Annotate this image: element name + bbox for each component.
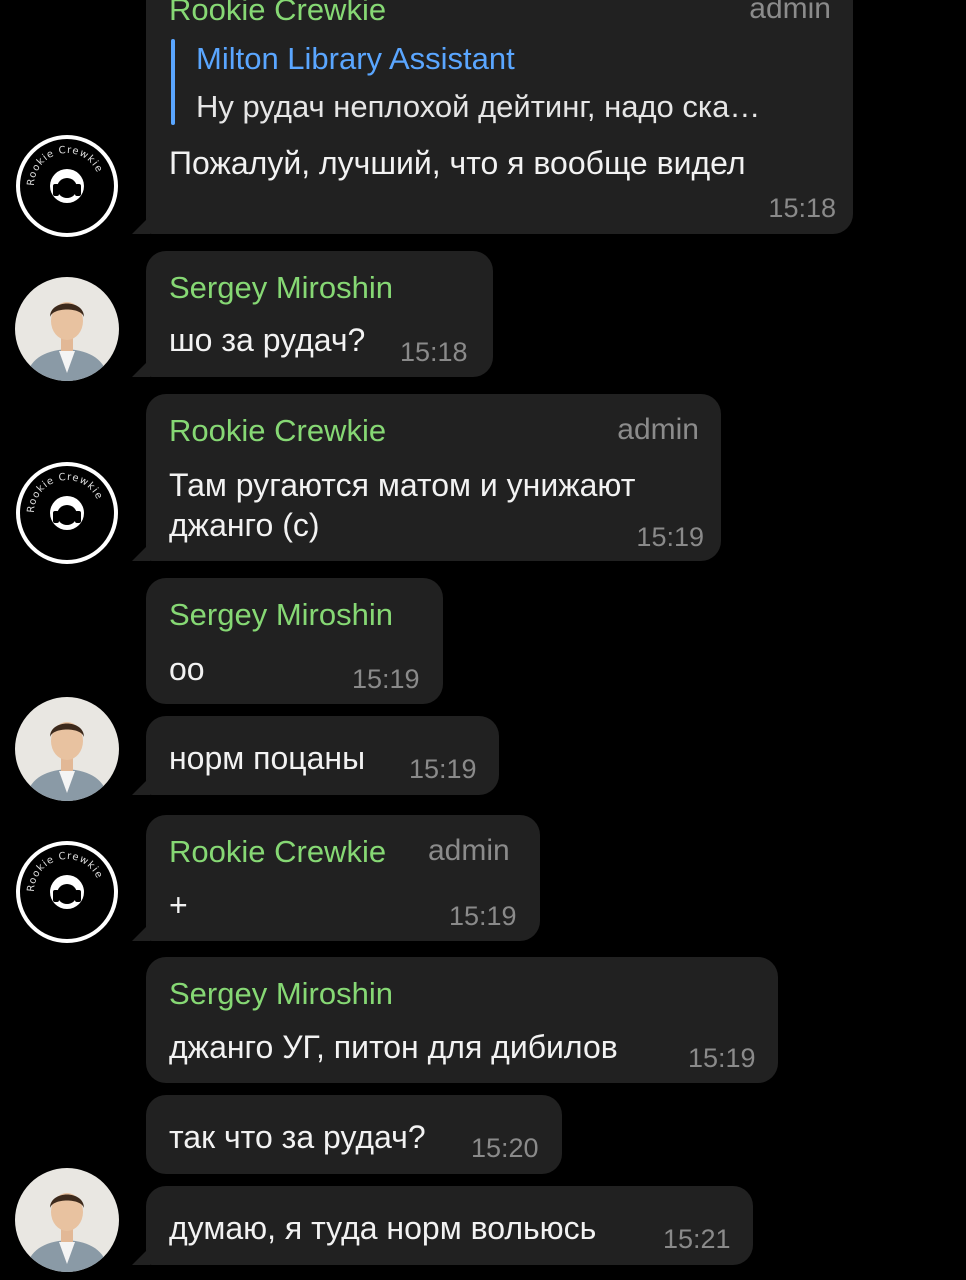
message-bubble-7[interactable]: Sergey Miroshin джанго УГ, питон для диб… <box>146 957 778 1083</box>
sergey-miroshin-avatar[interactable] <box>15 697 119 801</box>
message-text: + <box>169 887 188 923</box>
message-time: 15:19 <box>449 901 517 931</box>
rookie-crewkie-avatar[interactable]: Rookie Crewkie <box>15 461 119 565</box>
person-avatar-icon <box>15 1168 119 1272</box>
message-text: шо за рудач? <box>169 322 366 358</box>
reply-accent-bar <box>171 39 175 125</box>
sergey-miroshin-avatar[interactable] <box>15 1168 119 1272</box>
sender-name[interactable]: Sergey Miroshin <box>169 976 393 1012</box>
message-text: так что за рудач? <box>169 1119 426 1155</box>
message-time: 15:21 <box>663 1224 731 1254</box>
sender-name[interactable]: Sergey Miroshin <box>169 597 393 633</box>
rookie-crewkie-avatar[interactable]: Rookie Crewkie <box>15 840 119 944</box>
sergey-miroshin-avatar[interactable] <box>15 277 119 381</box>
message-bubble-9[interactable]: думаю, я туда норм вольюсь 15:21 <box>146 1186 753 1265</box>
person-avatar-icon <box>15 697 119 801</box>
message-bubble-5[interactable]: норм поцаны 15:19 <box>146 716 499 795</box>
message-text: Пожалуй, лучший, что я вообще видел <box>169 145 746 181</box>
sender-name[interactable]: Rookie Crewkie <box>169 0 386 28</box>
sender-name[interactable]: Rookie Crewkie <box>169 834 386 870</box>
message-time: 15:19 <box>409 754 477 784</box>
message-bubble-4[interactable]: Sergey Miroshin оо 15:19 <box>146 578 443 704</box>
message-time: 15:18 <box>768 193 836 223</box>
reply-preview-text[interactable]: Ну рудач неплохой дейтинг, надо ска… <box>196 89 760 125</box>
message-time: 15:19 <box>688 1043 756 1073</box>
admin-badge: admin <box>617 413 699 446</box>
message-text: думаю, я туда норм вольюсь <box>169 1210 597 1246</box>
rookie-crewkie-avatar[interactable]: Rookie Crewkie <box>15 134 119 238</box>
message-text-line-2: джанго (с) <box>169 507 320 543</box>
message-time: 15:18 <box>400 337 468 367</box>
rookie-crewkie-logo-icon: Rookie Crewkie <box>16 841 118 943</box>
admin-badge: admin <box>428 834 510 867</box>
message-text: джанго УГ, питон для дибилов <box>169 1029 618 1065</box>
message-text: оо <box>169 651 205 687</box>
message-bubble-3[interactable]: Rookie Crewkie admin Там ругаются матом … <box>146 394 721 561</box>
message-bubble-2[interactable]: Sergey Miroshin шо за рудач? 15:18 <box>146 251 493 377</box>
rookie-crewkie-logo-icon: Rookie Crewkie <box>16 462 118 564</box>
message-bubble-6[interactable]: Rookie Crewkie admin + 15:19 <box>146 815 540 941</box>
person-avatar-icon <box>15 277 119 381</box>
message-time: 15:19 <box>352 664 420 694</box>
sender-name[interactable]: Rookie Crewkie <box>169 413 386 449</box>
message-text: норм поцаны <box>169 740 366 776</box>
rookie-crewkie-logo-icon: Rookie Crewkie <box>16 135 118 237</box>
sender-name[interactable]: Sergey Miroshin <box>169 270 393 306</box>
message-bubble-1[interactable]: Rookie Crewkie admin Milton Library Assi… <box>146 0 853 234</box>
reply-sender-name[interactable]: Milton Library Assistant <box>196 41 515 77</box>
message-time: 15:19 <box>636 522 704 552</box>
message-time: 15:20 <box>471 1133 539 1163</box>
message-text-line-1: Там ругаются матом и унижают <box>169 467 636 503</box>
admin-badge: admin <box>749 0 831 25</box>
message-bubble-8[interactable]: так что за рудач? 15:20 <box>146 1095 562 1174</box>
